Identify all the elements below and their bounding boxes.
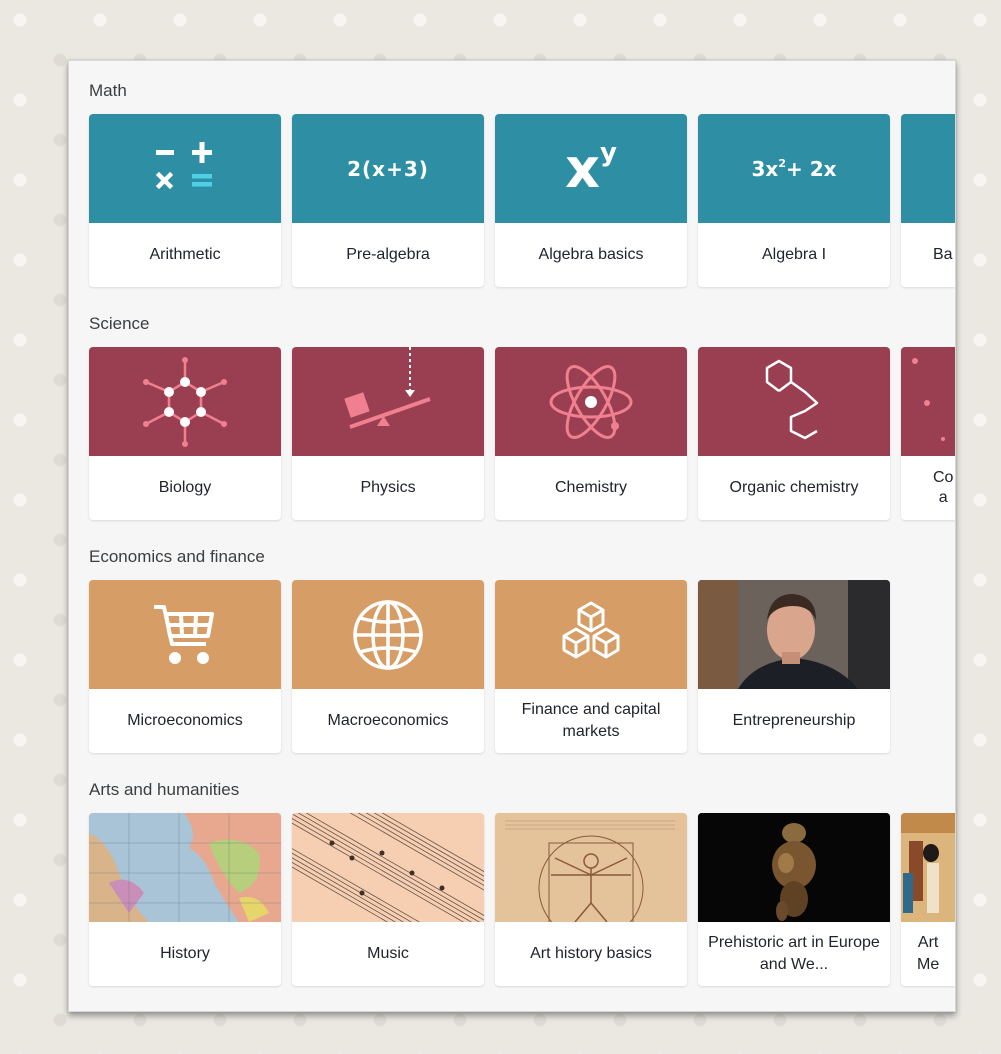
card-label: Algebra basics <box>538 246 644 263</box>
partial-thumb <box>901 114 955 223</box>
arts-row: History Music Art history basics Prehist… <box>89 813 955 986</box>
stacked-cubes-icon <box>562 601 620 658</box>
card-organic-chemistry[interactable]: Organic chemistry <box>698 347 890 520</box>
sheet-music-image <box>292 813 484 922</box>
card-pre-algebra[interactable]: 2(x+3) Pre-algebra <box>292 114 484 287</box>
algebra-basics-thumb: xy <box>495 114 687 223</box>
section-title-science: Science <box>89 314 150 333</box>
section-title-arts: Arts and humanities <box>89 780 240 799</box>
card-microeconomics[interactable]: Microeconomics <box>89 580 281 753</box>
map-picture <box>89 813 281 922</box>
card-prehistoric-art[interactable]: Prehistoric art in Europe and We... <box>698 813 890 986</box>
card-label: Algebra I <box>761 246 827 263</box>
subjects-panel: Math Arithmetic 2(x+3) Pre-algebra xy Al… <box>68 60 956 1012</box>
card-entrepreneurship[interactable]: Entrepreneurship <box>698 580 890 753</box>
card-history[interactable]: History <box>89 813 281 986</box>
card-finance[interactable]: Finance and capital markets <box>495 580 687 753</box>
card-label: Art Me <box>917 934 940 973</box>
card-partial-math[interactable]: Ba <box>901 114 955 287</box>
dots-icon <box>912 358 945 441</box>
lever-icon <box>344 347 431 429</box>
finance-thumb <box>495 580 687 689</box>
organic-chemistry-thumb <box>698 347 890 456</box>
card-label: Chemistry <box>554 479 627 496</box>
card-label: Arithmetic <box>149 246 221 263</box>
card-label: Music <box>367 945 409 962</box>
egyptian-picture <box>901 813 955 922</box>
card-physics[interactable]: Physics <box>292 347 484 520</box>
world-map-image <box>89 813 281 922</box>
card-music[interactable]: Music <box>292 813 484 986</box>
card-label: Entrepreneurship <box>732 712 856 729</box>
card-art-history[interactable]: Art history basics <box>495 813 687 986</box>
card-algebra-i[interactable]: 3x2+ 2x Algebra I <box>698 114 890 287</box>
biology-thumb <box>89 347 281 456</box>
partial-thumb <box>901 347 955 456</box>
microeconomics-thumb <box>89 580 281 689</box>
card-label: Physics <box>360 479 416 496</box>
card-chemistry[interactable]: Chemistry <box>495 347 687 520</box>
shopping-cart-icon <box>154 604 214 664</box>
algebra-i-icon: 3x2+ 2x <box>751 156 837 181</box>
card-label: Art history basics <box>530 945 652 962</box>
card-algebra-basics[interactable]: xy Algebra basics <box>495 114 687 287</box>
hexagon-structure-icon <box>765 359 819 439</box>
economics-row: Microeconomics Macroeconomics Finance an… <box>89 580 955 753</box>
vitruvian-picture <box>495 813 687 922</box>
algebra-basics-icon: xy <box>565 136 617 200</box>
card-label: Biology <box>158 479 212 496</box>
globe-icon <box>353 599 423 670</box>
card-arithmetic[interactable]: Arithmetic <box>89 114 281 287</box>
card-partial-science[interactable]: Co a <box>901 347 955 520</box>
molecule-icon <box>143 356 227 447</box>
atom-icon <box>549 364 633 439</box>
card-label: Organic chemistry <box>729 479 859 496</box>
math-row: Arithmetic 2(x+3) Pre-algebra xy Algebra… <box>89 114 955 287</box>
card-macroeconomics[interactable]: Macroeconomics <box>292 580 484 753</box>
section-title-economics: Economics and finance <box>89 547 265 566</box>
card-label: Macroeconomics <box>327 712 449 729</box>
card-label: Co a <box>933 469 954 506</box>
algebra-i-thumb: 3x2+ 2x <box>698 114 890 223</box>
science-row: Biology Physics Chemistry Organic chemis… <box>89 347 955 520</box>
card-label: Pre-algebra <box>346 246 430 263</box>
pre-algebra-thumb: 2(x+3) <box>292 114 484 223</box>
card-label: History <box>160 945 210 962</box>
card-label: Ba <box>933 246 953 263</box>
sheet-music-picture <box>292 813 484 922</box>
card-label: Microeconomics <box>127 712 243 729</box>
arithmetic-icon <box>155 141 212 189</box>
egyptian-art-image <box>901 813 955 922</box>
physics-thumb <box>292 347 484 456</box>
chemistry-thumb <box>495 347 687 456</box>
pre-algebra-icon: 2(x+3) <box>347 156 429 181</box>
vitruvian-man-image <box>495 813 687 922</box>
arithmetic-thumb <box>89 114 281 223</box>
venus-picture <box>698 813 890 922</box>
section-title-math: Math <box>89 81 127 100</box>
portrait-photo <box>698 580 890 689</box>
macroeconomics-thumb <box>292 580 484 689</box>
card-biology[interactable]: Biology <box>89 347 281 520</box>
venus-figurine-image <box>698 813 890 922</box>
card-label: Finance and capital markets <box>521 701 661 740</box>
portrait-image <box>698 580 890 689</box>
card-partial-arts[interactable]: Art Me <box>901 813 955 986</box>
card-label: Prehistoric art in Europe and We... <box>708 934 880 973</box>
